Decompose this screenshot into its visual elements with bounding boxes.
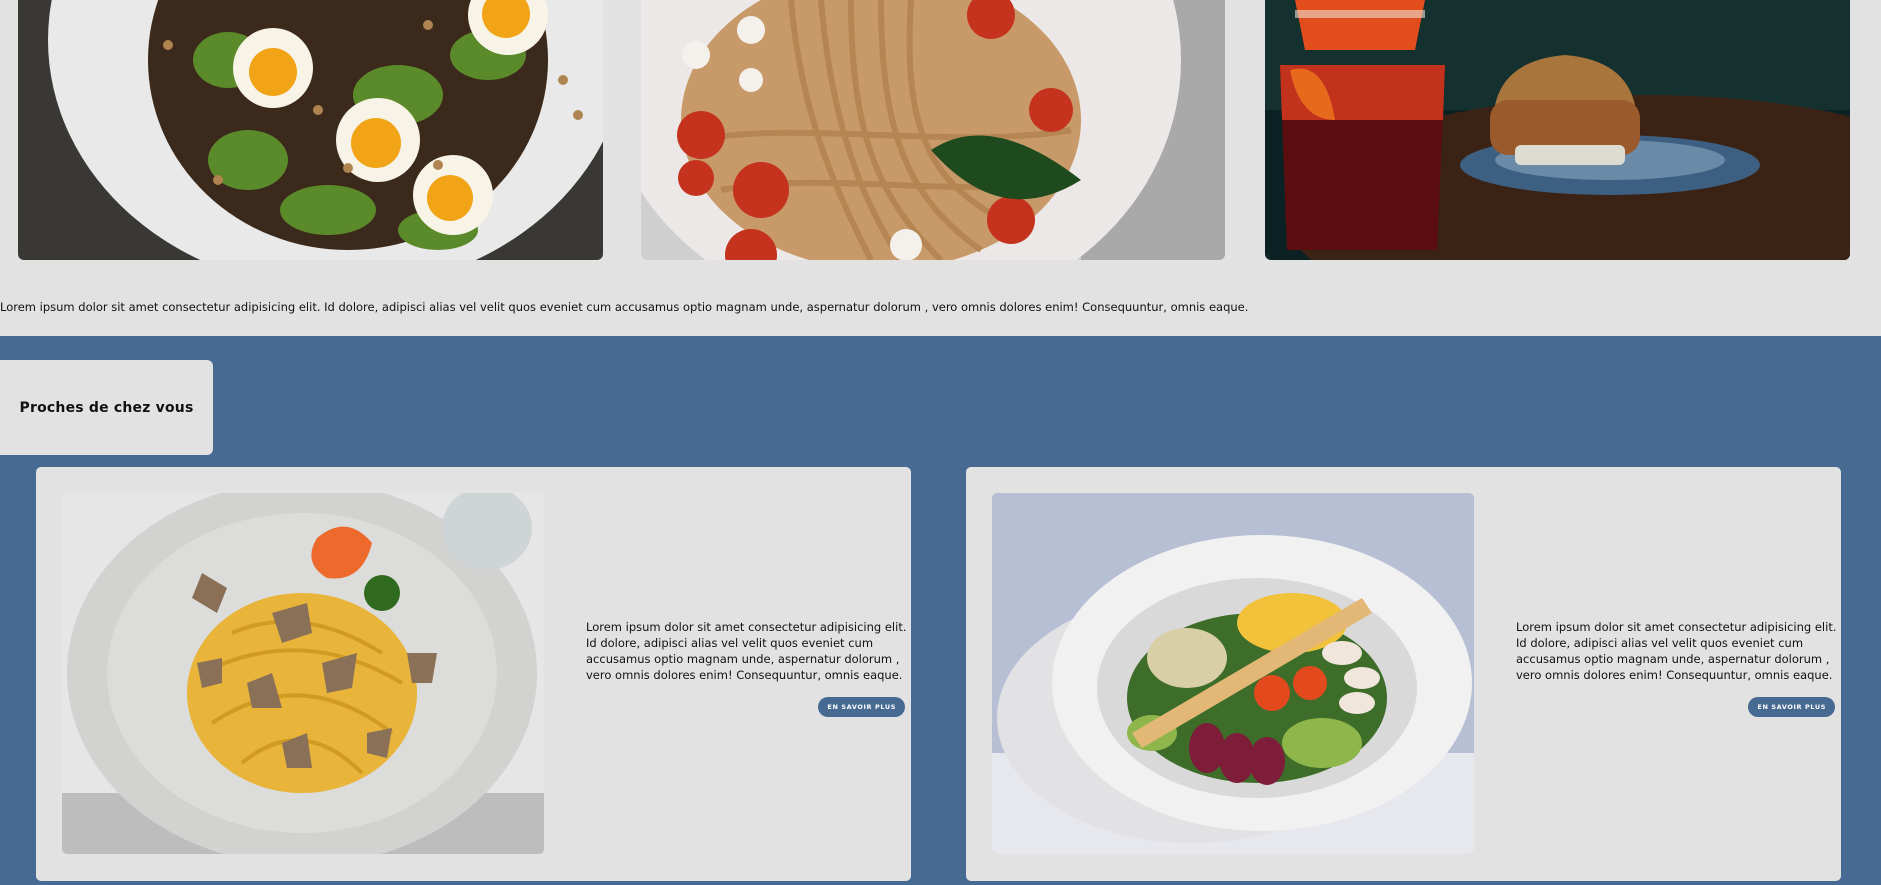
learn-more-button[interactable]: EN SAVOIR PLUS bbox=[818, 697, 905, 717]
restaurant-card: Lorem ipsum dolor sit amet consectetur a… bbox=[966, 467, 1841, 881]
spaghetti-tomato-photo bbox=[641, 0, 1225, 260]
truffle-pasta-photo bbox=[62, 493, 544, 854]
card-description: Lorem ipsum dolor sit amet consectetur a… bbox=[586, 620, 907, 682]
nearby-section: Proches de chez vous Lorem ipsum dolor s… bbox=[0, 336, 1881, 885]
intro-text: Lorem ipsum dolor sit amet consectetur a… bbox=[0, 299, 1249, 314]
card-description: Lorem ipsum dolor sit amet consectetur a… bbox=[1516, 620, 1837, 682]
restaurant-card: Lorem ipsum dolor sit amet consectetur a… bbox=[36, 467, 911, 881]
avocado-egg-toast-photo bbox=[18, 0, 603, 260]
learn-more-button[interactable]: EN SAVOIR PLUS bbox=[1748, 697, 1835, 717]
section-title-box: Proches de chez vous bbox=[0, 360, 213, 455]
salad-bowl-photo bbox=[992, 493, 1474, 854]
section-title: Proches de chez vous bbox=[19, 399, 194, 416]
photo-gallery bbox=[0, 0, 1881, 262]
burger-cocktail-photo bbox=[1265, 0, 1850, 260]
